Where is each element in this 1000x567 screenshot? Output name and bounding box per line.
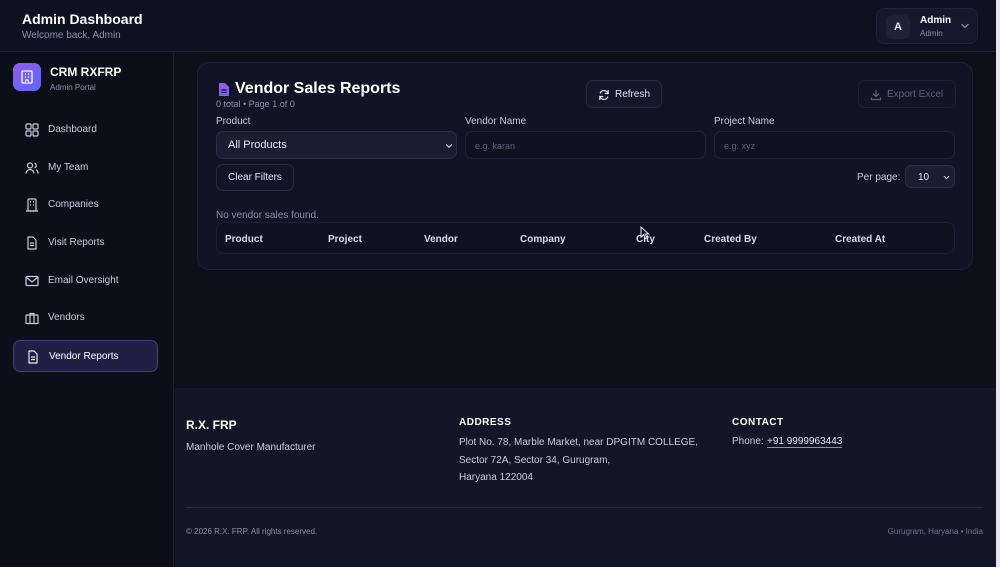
column-header-vendor[interactable]: Vendor <box>424 234 458 245</box>
sidebar-item-dashboard[interactable]: Dashboard <box>13 114 158 146</box>
document-icon <box>28 350 38 364</box>
sidebar-item-visit-reports[interactable]: Visit Reports <box>13 227 158 259</box>
sidebar-item-companies[interactable]: Companies <box>13 189 158 221</box>
sidebar-item-label: My Team <box>48 162 89 173</box>
export-label: Export Excel <box>887 89 944 100</box>
refresh-button[interactable]: Refresh <box>586 80 662 108</box>
address-line: Haryana 122004 <box>459 472 533 483</box>
refresh-label: Refresh <box>615 89 651 100</box>
per-page-value: 10 <box>918 172 930 183</box>
chevron-down-icon <box>961 23 969 29</box>
export-excel-button[interactable]: Export Excel <box>858 80 956 108</box>
grid-icon <box>25 123 39 137</box>
table-header: Product Project Vendor Company City Crea… <box>216 222 955 254</box>
report-count: 0 total • Page 1 of 0 <box>216 99 295 109</box>
per-page-label: Per page: <box>857 172 901 183</box>
window-edge <box>996 0 1000 567</box>
sidebar-item-label: Vendors <box>48 312 85 323</box>
column-header-company[interactable]: Company <box>520 234 566 245</box>
avatar: A <box>886 15 910 39</box>
user-name: Admin <box>920 15 952 26</box>
project-filter-label: Project Name <box>714 116 775 127</box>
project-name-placeholder: e.g. xyz <box>724 141 756 151</box>
briefcase-icon <box>25 312 39 325</box>
footer-brand: R.X. FRP <box>186 418 237 432</box>
welcome-text: Welcome back, Admin <box>22 30 121 41</box>
main-content: Vendor Sales Reports 0 total • Page 1 of… <box>175 52 996 388</box>
building-icon <box>26 198 38 212</box>
footer: R.X. FRP Manhole Cover Manufacturer ADDR… <box>175 388 996 567</box>
column-header-created-at[interactable]: Created At <box>835 234 885 245</box>
user-menu-button[interactable]: A Admin Admin <box>876 8 978 44</box>
vendor-name-placeholder: e.g. karan <box>475 141 516 151</box>
users-icon <box>25 162 39 174</box>
mail-icon <box>25 275 39 287</box>
address-line: Plot No. 78, Marble Market, near DPGITM … <box>459 437 698 448</box>
vendor-filter-label: Vendor Name <box>465 116 527 127</box>
sidebar-item-vendor-reports[interactable]: Vendor Reports <box>13 340 158 372</box>
sidebar-item-label: Visit Reports <box>48 237 105 248</box>
product-select-value: All Products <box>228 139 287 151</box>
address-line: Sector 72A, Sector 34, Gurugram, <box>459 455 611 466</box>
sidebar-item-email-oversight[interactable]: Email Oversight <box>13 265 158 297</box>
sidebar-item-label: Vendor Reports <box>49 351 119 362</box>
clear-filters-label: Clear Filters <box>228 172 282 183</box>
empty-state-message: No vendor sales found. <box>216 210 319 221</box>
chevron-down-icon <box>445 144 453 149</box>
footer-location: Gurugram, Haryana • India <box>887 527 983 536</box>
vendor-sales-card: Vendor Sales Reports 0 total • Page 1 of… <box>197 62 973 270</box>
sidebar-item-label: Companies <box>48 199 99 210</box>
document-icon <box>219 83 229 96</box>
footer-tagline: Manhole Cover Manufacturer <box>186 442 316 453</box>
contact-heading: CONTACT <box>732 417 784 428</box>
phone-label: Phone: <box>732 436 764 447</box>
sidebar-item-label: Email Oversight <box>48 275 119 286</box>
address-heading: ADDRESS <box>459 417 512 428</box>
per-page-select[interactable]: 10 <box>905 165 955 188</box>
brand-logo <box>13 63 41 91</box>
chevron-down-icon <box>943 175 950 180</box>
brand-subtitle: Admin Portal <box>50 83 96 92</box>
phone-link[interactable]: +91 9999963443 <box>767 436 843 448</box>
column-header-project[interactable]: Project <box>328 234 362 245</box>
report-title: Vendor Sales Reports <box>235 80 401 97</box>
sidebar-item-vendors[interactable]: Vendors <box>13 302 158 334</box>
vendor-name-input[interactable]: e.g. karan <box>465 131 706 159</box>
refresh-icon <box>599 89 609 101</box>
top-bar: Admin Dashboard Welcome back, Admin A Ad… <box>0 0 996 52</box>
project-name-input[interactable]: e.g. xyz <box>714 131 955 159</box>
sidebar-item-label: Dashboard <box>48 124 97 135</box>
product-filter-label: Product <box>216 116 251 127</box>
column-header-product[interactable]: Product <box>225 234 263 245</box>
footer-divider <box>186 507 983 508</box>
clear-filters-button[interactable]: Clear Filters <box>216 164 294 191</box>
download-icon <box>870 89 882 101</box>
mouse-cursor-icon <box>640 226 650 240</box>
brand-name: CRM RXFRP <box>50 65 122 79</box>
user-role: Admin <box>920 29 943 38</box>
sidebar: CRM RXFRP Admin Portal Dashboard My Team… <box>0 52 174 567</box>
document-icon <box>27 236 37 250</box>
column-header-created-by[interactable]: Created By <box>704 234 757 245</box>
product-select[interactable]: All Products <box>216 131 457 159</box>
copyright-text: © 2026 R.X. FRP. All rights reserved. <box>186 527 318 536</box>
building-icon <box>21 70 33 84</box>
sidebar-item-my-team[interactable]: My Team <box>13 152 158 184</box>
page-title: Admin Dashboard <box>22 11 143 27</box>
